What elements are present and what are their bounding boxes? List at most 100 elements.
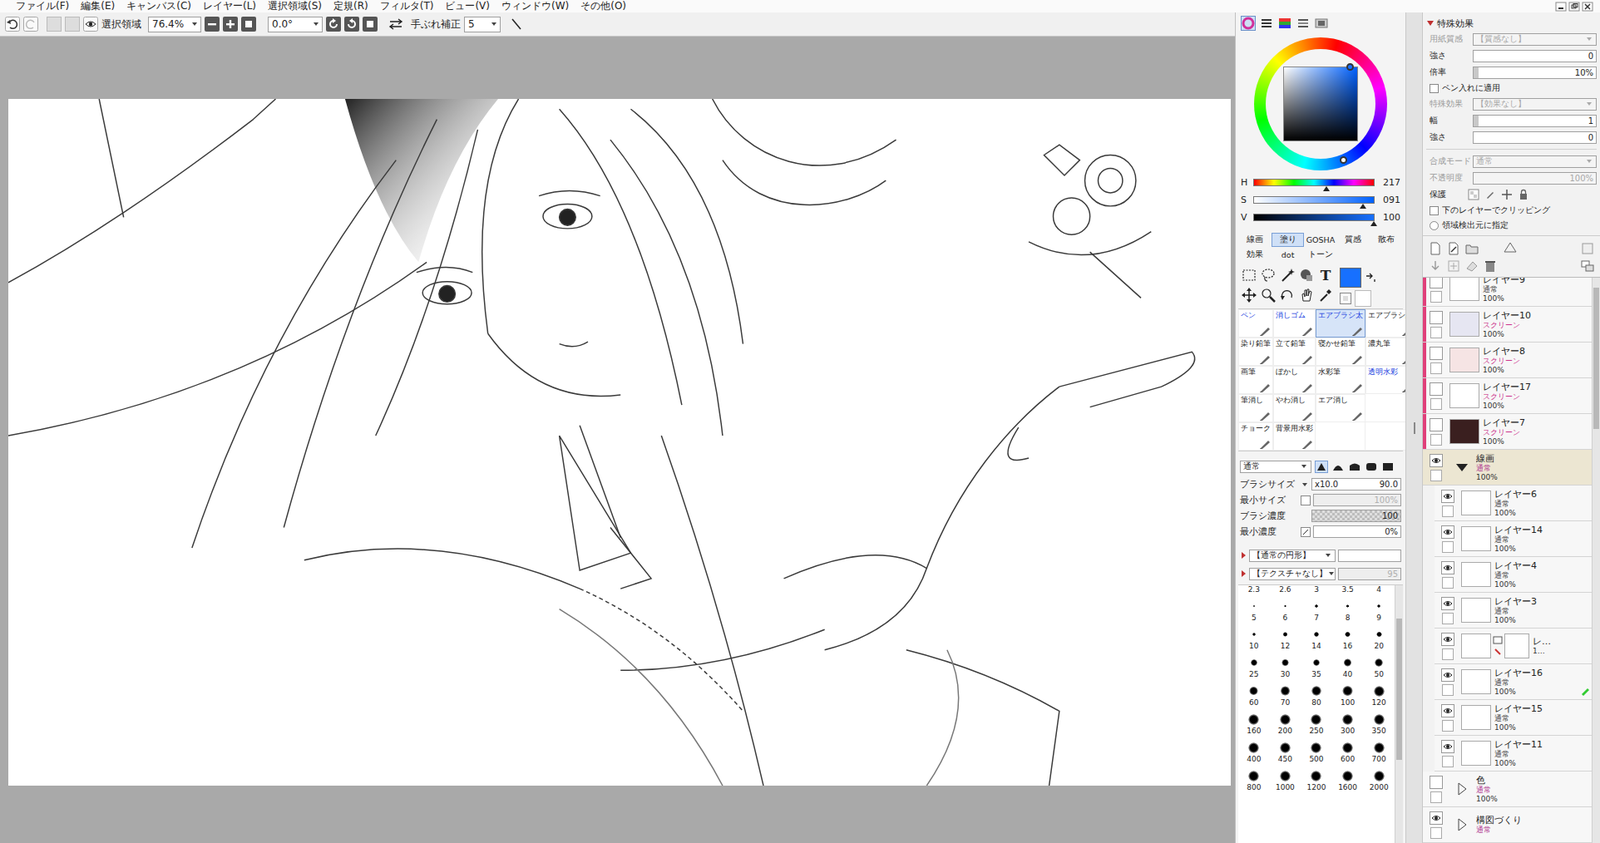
effects-header[interactable]: 特殊効果 [1422,12,1600,31]
size-preset[interactable]: 16 [1332,624,1364,653]
size-preset[interactable]: 160 [1238,709,1270,738]
layer-row[interactable]: レイヤー4通常100% [1434,557,1592,593]
layer-row[interactable]: レ…1… [1434,628,1592,665]
rgb-tab-icon[interactable] [1277,15,1293,31]
size-preset[interactable]: 1000 [1269,765,1302,795]
menu-item[interactable]: 定規(R) [327,0,375,13]
brush-slot[interactable]: 透明水彩 [1365,365,1406,395]
effect-check-row[interactable]: 下のレイヤーでクリッピング [1422,202,1600,218]
zoom-reset-icon[interactable] [241,16,257,32]
eye-icon[interactable] [1441,490,1454,503]
size-preset[interactable]: 7 [1300,596,1333,625]
swatch-tab-icon[interactable] [1313,15,1329,31]
color-slider-track[interactable] [1253,213,1375,222]
menu-item[interactable]: 選択領域(S) [261,0,328,13]
hue-ring[interactable] [1254,37,1388,171]
size-preset[interactable]: 300 [1332,709,1364,738]
magic-wand-icon[interactable] [1279,266,1296,284]
dropdown-arrow-icon[interactable] [1327,569,1336,578]
folder-expand-icon[interactable] [1451,813,1473,837]
tool-tab[interactable]: 散布 [1370,232,1403,247]
visibility-toggle[interactable] [1429,775,1443,790]
layer-thumbnail[interactable] [1449,383,1480,409]
tool-tab[interactable]: 質感 [1337,232,1369,247]
shape-round-square-icon[interactable] [1364,460,1378,474]
layer-view-icon[interactable] [1580,258,1596,274]
size-preset[interactable]: 100 [1332,681,1364,710]
size-preset[interactable]: 350 [1362,709,1395,738]
effect-select[interactable]: 【効果なし】 [1472,98,1597,111]
eye-icon[interactable] [1441,526,1454,539]
flip-icon[interactable] [387,16,405,32]
link-toggle[interactable] [1441,612,1454,625]
delete-layer-icon[interactable] [1482,258,1498,274]
lock-paint-icon[interactable] [1484,188,1497,201]
canvas-area[interactable] [0,36,1235,843]
menu-item[interactable]: フィルタ(T) [374,0,440,13]
layer-thumbnail[interactable] [1461,526,1492,552]
stabilizer-field[interactable]: 5 [464,16,501,33]
size-scrollbar[interactable] [1394,585,1403,843]
size-preset[interactable]: 25 [1238,652,1270,682]
size-preset[interactable]: 50 [1362,652,1395,682]
layer-row[interactable]: レイヤー9通常100% [1422,277,1592,307]
dropdown-arrow-icon[interactable] [1585,99,1594,109]
layer-row[interactable]: レイヤー3通常100% [1434,592,1592,629]
effect-select[interactable]: 【質感なし】 [1472,33,1597,46]
dropdown-arrow-icon[interactable] [1585,157,1594,166]
layer-row[interactable]: レイヤー11通常100% [1434,735,1592,772]
radio[interactable] [1429,221,1439,231]
visibility-toggle[interactable] [1429,277,1443,289]
dropdown-arrow-icon[interactable] [1299,462,1309,471]
layer-row[interactable]: レイヤー8スクリーン100% [1422,342,1592,379]
dropdown-arrow-icon[interactable] [190,19,199,29]
size-preset[interactable]: 20 [1362,624,1395,653]
shape-dome-icon[interactable] [1331,460,1345,474]
shape-square-icon[interactable] [1381,460,1395,474]
brush-slot[interactable]: エア消し [1315,394,1366,423]
brush-slot[interactable]: 染り鉛筆 [1238,337,1274,366]
size-preset[interactable]: 2.3 [1238,585,1270,597]
visibility-toggle[interactable] [1441,525,1455,539]
layer-thumbnail[interactable] [1461,669,1492,695]
size-preset[interactable]: 60 [1238,681,1270,710]
visibility-toggle[interactable] [1441,489,1455,504]
visibility-toggle[interactable] [1441,561,1455,575]
rotate-left-icon[interactable] [325,16,341,32]
merge-down-icon[interactable] [1427,258,1443,274]
effect-slider[interactable]: 0 [1472,131,1597,144]
layer-row[interactable]: 線画通常100% [1422,449,1592,486]
shape-triangle-icon[interactable] [1314,460,1329,474]
size-preset[interactable]: 400 [1238,737,1270,766]
link-toggle[interactable] [1441,577,1454,589]
texture-select[interactable]: 【テクスチャなし】 [1249,567,1336,581]
size-preset[interactable]: 800 [1238,765,1270,795]
brush-slot[interactable]: 消しゴム [1273,309,1316,338]
size-preset[interactable]: 3.5 [1332,585,1364,597]
visibility-toggle[interactable] [1429,811,1443,825]
size-preset[interactable]: 5 [1238,596,1270,625]
link-toggle[interactable] [1441,720,1454,732]
layer-thumbnail[interactable] [1461,597,1492,623]
visibility-toggle[interactable] [1429,382,1443,396]
layer-row[interactable]: レイヤー17スクリーン100% [1422,378,1592,415]
grip-icon[interactable] [1412,422,1417,435]
menu-item[interactable]: ウィンドウ(W) [495,0,575,13]
sv-marker[interactable] [1346,63,1354,71]
size-preset[interactable]: 4 [1362,585,1395,597]
visibility-toggle[interactable] [1429,311,1443,325]
lock-move-icon[interactable] [1501,188,1513,201]
brush-slot[interactable]: 画筆 [1238,365,1274,395]
slider-marker-icon[interactable] [1359,203,1367,209]
blank-button-icon[interactable] [64,16,80,32]
mask-link-icon[interactable] [1492,634,1503,658]
undo-icon[interactable] [4,16,20,32]
effect-slider[interactable]: 10% [1472,66,1597,80]
size-preset[interactable]: 1200 [1300,765,1333,795]
panel-divider[interactable] [1405,12,1423,843]
dropdown-arrow-icon[interactable] [311,19,321,29]
transfer-icon[interactable] [1446,258,1462,274]
dropdown-arrow-icon[interactable] [1323,551,1333,560]
visibility-toggle[interactable] [1441,668,1455,682]
line-tool-icon[interactable] [508,16,524,32]
